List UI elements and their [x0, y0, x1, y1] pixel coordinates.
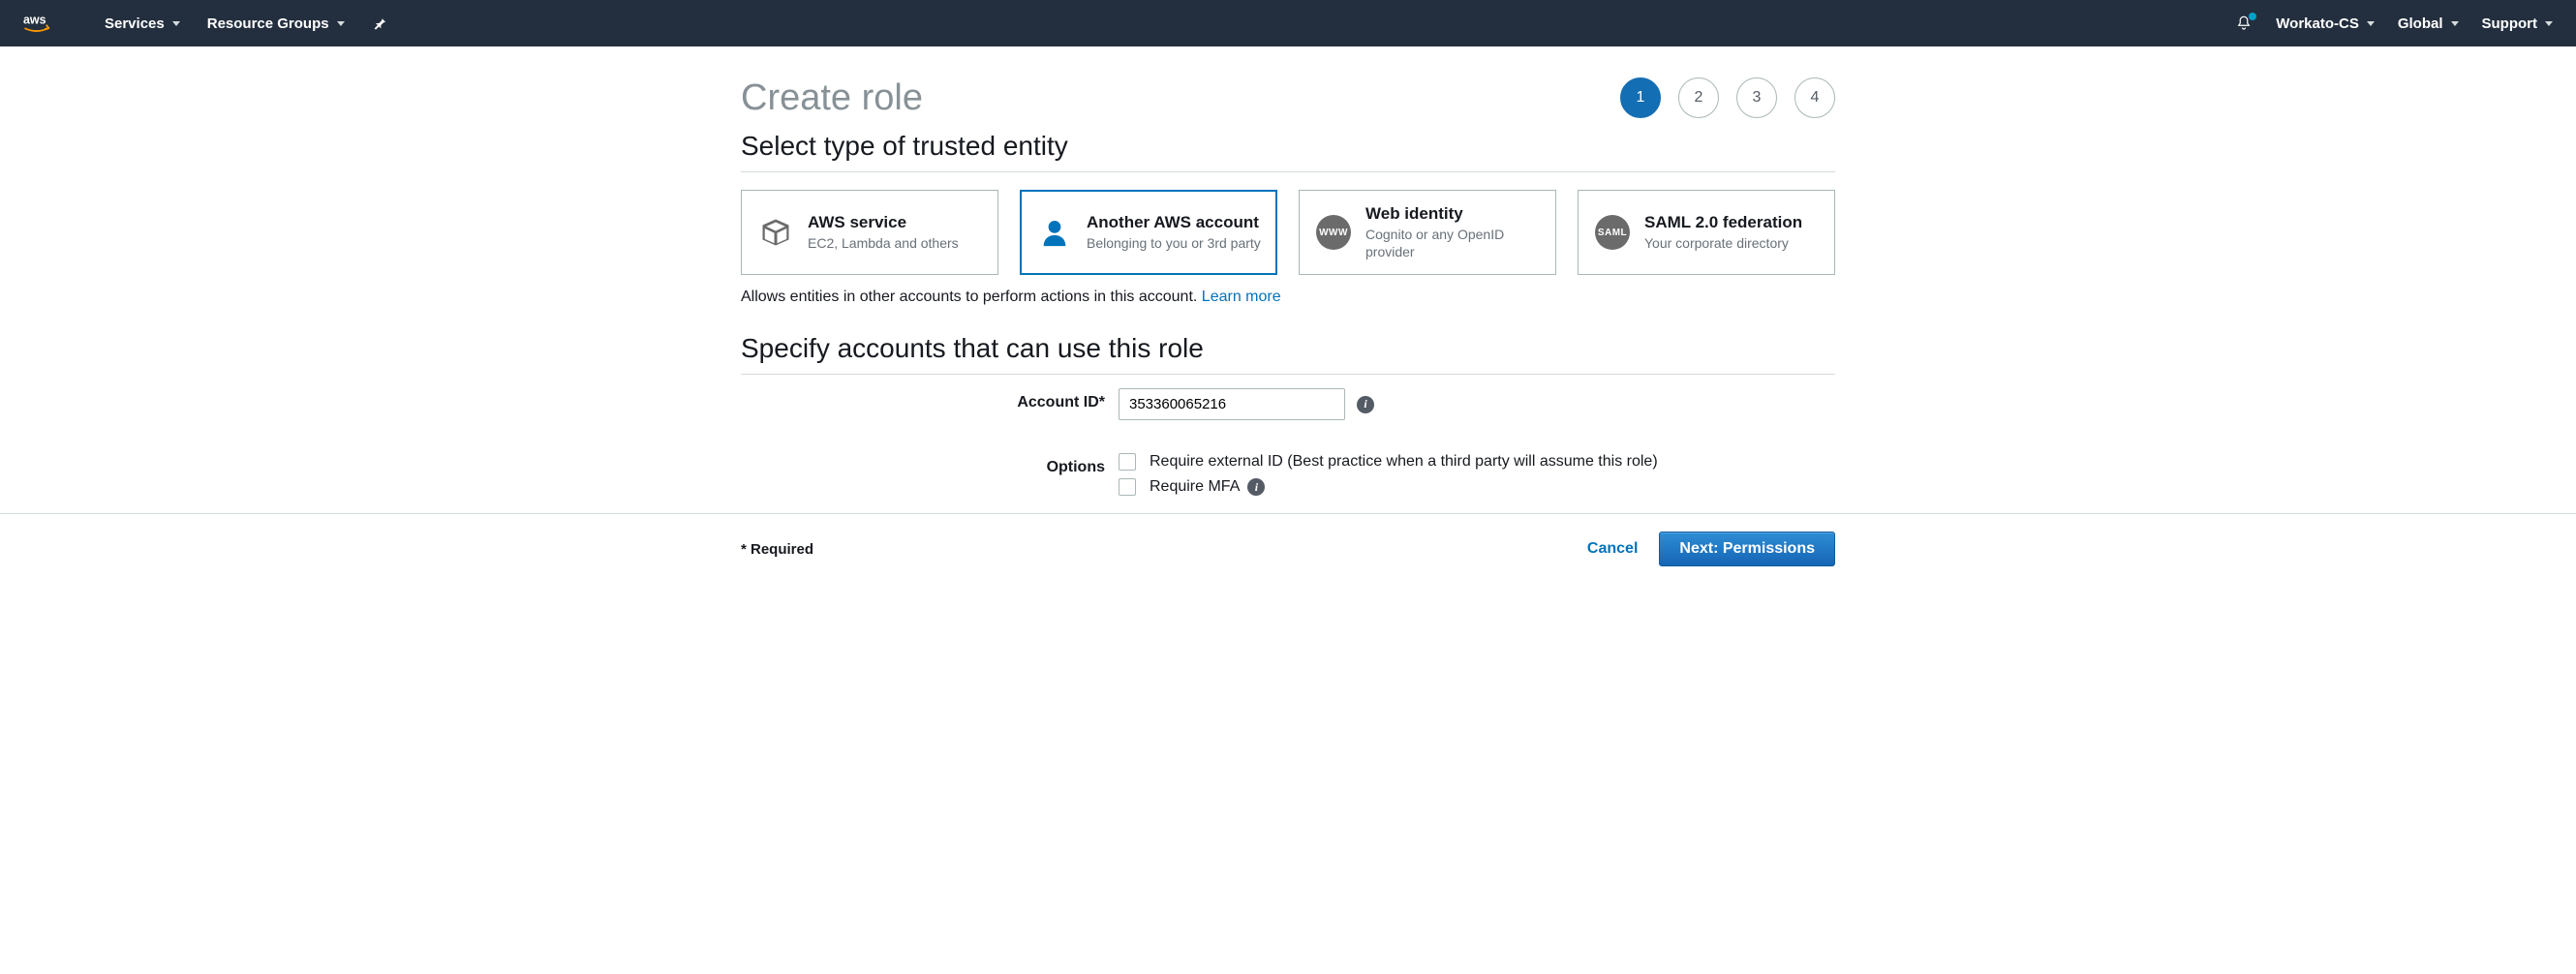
require-external-id-label: Require external ID (Best practice when …: [1150, 453, 1658, 471]
aws-logo[interactable]: aws: [23, 13, 66, 34]
account-label: Workato-CS: [2276, 15, 2359, 32]
region-label: Global: [2398, 15, 2443, 32]
chevron-down-icon: [2367, 21, 2375, 26]
page-title: Create role: [741, 77, 1620, 119]
entity-card-title: Another AWS account: [1087, 213, 1261, 232]
region-menu[interactable]: Global: [2398, 15, 2459, 32]
account-menu[interactable]: Workato-CS: [2276, 15, 2375, 32]
chevron-down-icon: [2545, 21, 2553, 26]
www-icon: WWW: [1315, 214, 1352, 251]
chevron-down-icon: [337, 21, 345, 26]
entity-card-sub: Your corporate directory: [1644, 234, 1802, 252]
services-menu[interactable]: Services: [105, 15, 180, 32]
page-content: Create role 1 2 3 4 Select type of trust…: [741, 46, 1835, 496]
nav-left: Services Resource Groups: [105, 15, 387, 32]
entity-card-title: SAML 2.0 federation: [1644, 213, 1802, 232]
step-1[interactable]: 1: [1620, 77, 1661, 118]
nav-right: Workato-CS Global Support: [2235, 15, 2553, 32]
help-text-body: Allows entities in other accounts to per…: [741, 289, 1197, 305]
account-id-input[interactable]: [1119, 388, 1345, 420]
cube-icon: [757, 214, 794, 251]
wizard-footer: * Required Cancel Next: Permissions: [0, 513, 2576, 590]
info-icon[interactable]: i: [1247, 478, 1265, 496]
chevron-down-icon: [2451, 21, 2459, 26]
notifications-button[interactable]: [2235, 15, 2253, 32]
resource-groups-label: Resource Groups: [207, 15, 329, 32]
entity-card-another-account[interactable]: Another AWS account Belonging to you or …: [1020, 190, 1277, 275]
require-external-id-checkbox[interactable]: [1119, 453, 1136, 471]
top-nav: aws Services Resource Groups Workato-CS …: [0, 0, 2576, 46]
page-header: Create role 1 2 3 4: [741, 77, 1835, 119]
trusted-entity-heading: Select type of trusted entity: [741, 131, 1835, 172]
services-label: Services: [105, 15, 165, 32]
notification-dot-icon: [2249, 13, 2256, 20]
chevron-down-icon: [172, 21, 180, 26]
step-3[interactable]: 3: [1736, 77, 1777, 118]
support-label: Support: [2482, 15, 2538, 32]
options-row: Options Require external ID (Best practi…: [741, 453, 1835, 496]
entity-card-title: Web identity: [1365, 204, 1540, 224]
entity-card-web-identity[interactable]: WWW Web identity Cognito or any OpenID p…: [1299, 190, 1556, 275]
accounts-heading: Specify accounts that can use this role: [741, 333, 1835, 375]
require-mfa-label: Require MFA: [1150, 478, 1240, 496]
step-4[interactable]: 4: [1794, 77, 1835, 118]
account-id-label: Account ID*: [741, 388, 1119, 411]
step-2[interactable]: 2: [1678, 77, 1719, 118]
entity-card-title: AWS service: [808, 213, 959, 232]
require-external-id-option[interactable]: Require external ID (Best practice when …: [1119, 453, 1658, 471]
next-permissions-button[interactable]: Next: Permissions: [1659, 532, 1835, 566]
entity-type-cards: AWS service EC2, Lambda and others Anoth…: [741, 190, 1835, 275]
cancel-button[interactable]: Cancel: [1587, 540, 1638, 558]
info-icon[interactable]: i: [1357, 396, 1374, 413]
resource-groups-menu[interactable]: Resource Groups: [207, 15, 345, 32]
wizard-steps: 1 2 3 4: [1620, 77, 1835, 118]
saml-icon: SAML: [1594, 214, 1631, 251]
require-mfa-checkbox[interactable]: [1119, 478, 1136, 496]
entity-card-saml[interactable]: SAML SAML 2.0 federation Your corporate …: [1578, 190, 1835, 275]
svg-text:aws: aws: [23, 14, 46, 27]
entity-card-aws-service[interactable]: AWS service EC2, Lambda and others: [741, 190, 998, 275]
entity-card-sub: EC2, Lambda and others: [808, 234, 959, 252]
support-menu[interactable]: Support: [2482, 15, 2554, 32]
pin-button[interactable]: [372, 15, 387, 31]
entity-card-sub: Belonging to you or 3rd party: [1087, 234, 1261, 252]
required-note: * Required: [741, 541, 813, 558]
require-mfa-option[interactable]: Require MFA i: [1119, 478, 1658, 496]
learn-more-link[interactable]: Learn more: [1202, 289, 1281, 305]
account-id-row: Account ID* i: [741, 388, 1835, 420]
options-label: Options: [741, 453, 1119, 476]
entity-card-sub: Cognito or any OpenID provider: [1365, 226, 1540, 260]
user-icon: [1036, 214, 1073, 251]
help-text: Allows entities in other accounts to per…: [741, 289, 1835, 306]
